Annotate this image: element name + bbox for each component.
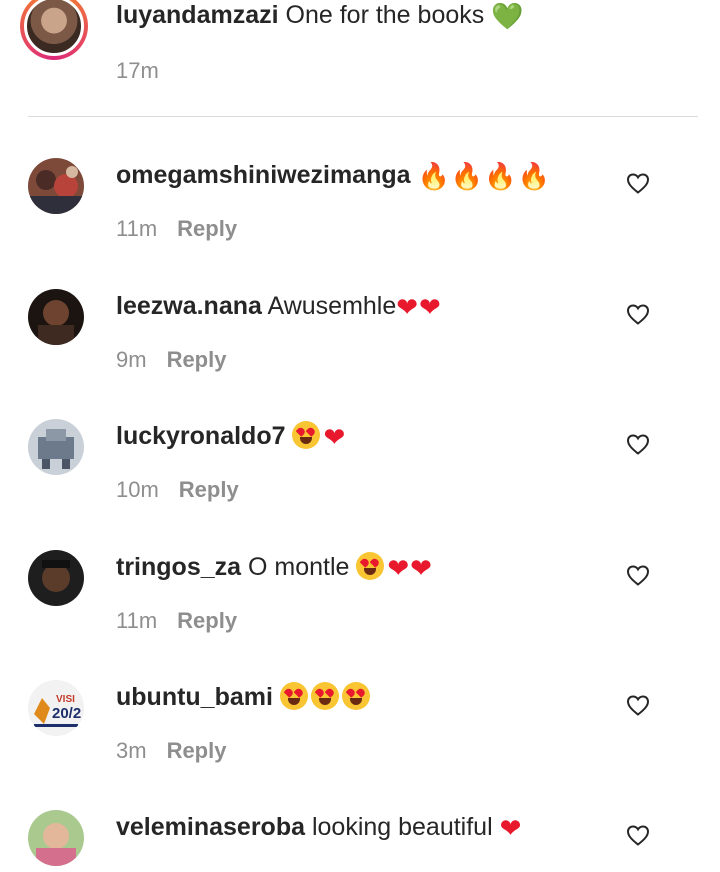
avatar[interactable] — [28, 550, 84, 606]
comment-username[interactable]: tringos_za — [116, 553, 241, 581]
comment-timestamp: 9m — [116, 347, 147, 372]
heart-eyes-emoji — [341, 682, 370, 710]
comment-timestamp: 11m — [116, 608, 158, 633]
comment-username[interactable]: ubuntu_bami — [116, 683, 273, 711]
heart-emoji: ❤❤ — [387, 554, 433, 584]
heart-outline-icon[interactable] — [626, 172, 650, 194]
comment-text: tringos_za O montle ❤❤ — [116, 552, 433, 584]
comment-text: ubuntu_bami — [116, 682, 373, 712]
heart-eyes-emoji — [279, 682, 308, 710]
comment-text: veleminaseroba looking beautiful ❤ — [116, 812, 522, 844]
avatar[interactable]: VISI 20/2 — [28, 680, 84, 736]
avatar[interactable] — [28, 158, 84, 214]
comment-row: tringos_za O montle ❤❤ 11m Reply — [0, 550, 720, 680]
reply-button[interactable]: Reply — [179, 477, 239, 502]
comment-username[interactable]: leezwa.nana — [116, 292, 262, 320]
heart-emoji: ❤ — [323, 423, 347, 453]
comment-text: leezwa.nana Awusemhle❤❤ — [116, 291, 442, 323]
comment-body: looking beautiful — [311, 813, 493, 841]
comment-meta: 9m Reply — [116, 346, 226, 374]
comment-body: O montle — [247, 553, 350, 581]
avatar[interactable] — [24, 0, 84, 56]
reply-button[interactable]: Reply — [177, 608, 237, 633]
heart-outline-icon[interactable] — [626, 564, 650, 586]
caption-text: luyandamzazi One for the books 💚 — [116, 0, 525, 32]
heart-outline-icon[interactable] — [626, 303, 650, 325]
heart-emoji: ❤❤ — [396, 293, 442, 323]
comment-text: omegamshiniwezimanga 🔥🔥🔥🔥 — [116, 160, 551, 192]
fire-emoji: 🔥🔥🔥🔥 — [417, 162, 551, 192]
post-caption: luyandamzazi One for the books 💚 17m — [0, 0, 720, 117]
green-heart-emoji: 💚 — [491, 2, 525, 32]
avatar[interactable] — [28, 419, 84, 475]
comment-username[interactable]: veleminaseroba — [116, 813, 305, 841]
avatar[interactable] — [28, 810, 84, 866]
heart-outline-icon[interactable] — [626, 824, 650, 846]
comment-body: Awusemhle — [267, 292, 397, 320]
heart-eyes-emoji — [356, 552, 385, 580]
caption-body: One for the books — [285, 1, 485, 29]
heart-emoji: ❤ — [499, 814, 523, 844]
svg-text:VISI: VISI — [56, 694, 75, 705]
comment-row: veleminaseroba looking beautiful ❤ — [0, 810, 720, 872]
heart-outline-icon[interactable] — [626, 433, 650, 455]
reply-button[interactable]: Reply — [167, 347, 227, 372]
comment-row: leezwa.nana Awusemhle❤❤ 9m Reply — [0, 289, 720, 419]
comment-meta: 10m Reply — [116, 476, 239, 504]
comment-row: luckyronaldo7 ❤ 10m Reply — [0, 419, 720, 549]
avatar[interactable] — [28, 289, 84, 345]
comment-timestamp: 3m — [116, 738, 147, 763]
heart-eyes-emoji — [292, 421, 321, 449]
comment-meta: 11m Reply — [116, 215, 237, 243]
caption-avatar-story-ring[interactable] — [20, 0, 88, 60]
heart-outline-icon[interactable] — [626, 694, 650, 716]
reply-button[interactable]: Reply — [177, 216, 237, 241]
heart-eyes-emoji — [310, 682, 339, 710]
caption-username[interactable]: luyandamzazi — [116, 1, 279, 29]
comment-meta: 3m Reply — [116, 737, 226, 765]
comment-row: VISI 20/2 ubuntu_bami 3m Reply — [0, 680, 720, 810]
comment-meta: 11m Reply — [116, 607, 237, 635]
comment-username[interactable]: omegamshiniwezimanga — [116, 161, 411, 189]
comment-timestamp: 10m — [116, 477, 159, 502]
caption-timestamp: 17m — [116, 58, 159, 83]
comment-username[interactable]: luckyronaldo7 — [116, 422, 286, 450]
reply-button[interactable]: Reply — [167, 738, 227, 763]
comment-timestamp: 11m — [116, 216, 158, 241]
comment-row: omegamshiniwezimanga 🔥🔥🔥🔥 11m Reply — [0, 158, 720, 288]
svg-text:20/2: 20/2 — [52, 705, 81, 722]
divider — [28, 116, 698, 117]
comment-text: luckyronaldo7 ❤ — [116, 421, 346, 453]
